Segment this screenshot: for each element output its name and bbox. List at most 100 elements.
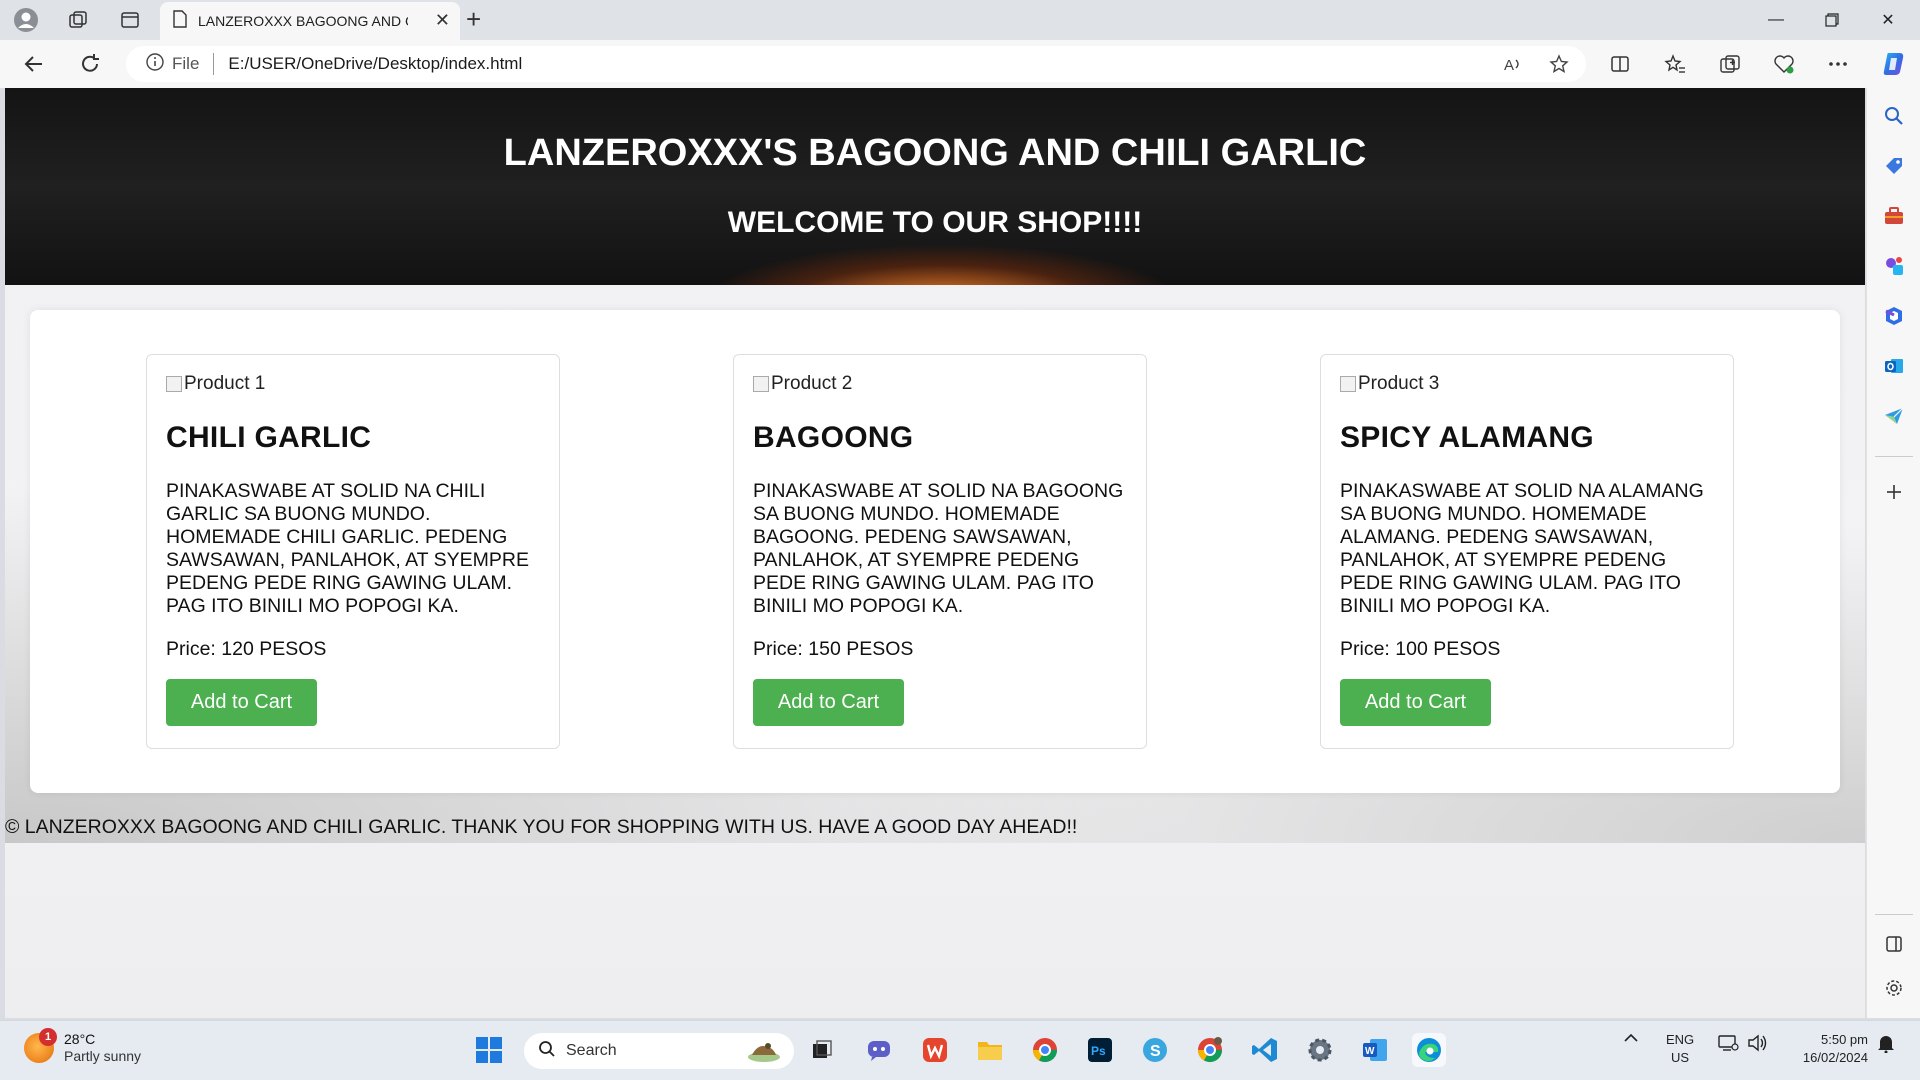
games-icon[interactable] <box>1880 252 1908 280</box>
favorite-star-icon[interactable] <box>1544 50 1574 78</box>
drop-send-icon[interactable] <box>1880 402 1908 430</box>
browser-essentials-icon[interactable] <box>1766 48 1802 80</box>
microsoft-365-icon[interactable] <box>1880 302 1908 330</box>
close-tab-icon[interactable]: ✕ <box>435 10 450 31</box>
product-image-broken: Product 2 <box>753 373 1127 395</box>
tab-bar: LANZEROXXX BAGOONG AND CHILI GARLIC ✕ + … <box>0 0 1920 40</box>
tab-active[interactable]: LANZEROXXX BAGOONG AND CHILI GARLIC ✕ <box>160 2 460 40</box>
product-card: Product 2 BAGOONG PINAKASWABE AT SOLID N… <box>733 354 1147 749</box>
settings-icon[interactable] <box>1303 1033 1337 1067</box>
tab-actions-icon[interactable] <box>114 6 146 34</box>
split-screen-icon[interactable] <box>1602 48 1638 80</box>
product-card: Product 3 SPICY ALAMANG PINAKASWABE AT S… <box>1320 354 1734 749</box>
weather-text: 28°C Partly sunny <box>64 1031 141 1065</box>
clock-date: 16/02/2024 <box>1802 1050 1868 1065</box>
taskbar-search-icon <box>538 1040 556 1063</box>
tray-overflow-icon[interactable] <box>1616 1033 1646 1043</box>
browser-toolbar: File E:/USER/OneDrive/Desktop/index.html… <box>0 40 1920 88</box>
notification-bell-icon[interactable] <box>1874 1033 1898 1053</box>
product-description: PINAKASWABE AT SOLID NA CHILI GARLIC SA … <box>166 480 529 617</box>
refresh-icon[interactable] <box>72 48 108 80</box>
edge-sidebar <box>1866 88 1920 1018</box>
product-name: CHILI GARLIC <box>166 421 372 454</box>
page-viewport: LANZEROXXX'S BAGOONG AND CHILI GARLIC WE… <box>5 88 1865 1018</box>
product-price: Price: 120 PESOS <box>166 638 327 660</box>
product-name: SPICY ALAMANG <box>1340 421 1594 454</box>
task-view-icon[interactable] <box>805 1033 839 1067</box>
language-indicator[interactable]: ENG US <box>1666 1031 1694 1067</box>
clock-time: 5:50 pm <box>1821 1032 1868 1047</box>
product-price: Price: 150 PESOS <box>753 638 914 660</box>
product-description: PINAKASWABE AT SOLID NA ALAMANG SA BUONG… <box>1340 480 1704 617</box>
language-code: ENG <box>1666 1032 1695 1047</box>
photoshop-icon[interactable]: Ps <box>1083 1033 1117 1067</box>
chat-icon[interactable] <box>862 1033 896 1067</box>
address-url[interactable]: E:/USER/OneDrive/Desktop/index.html <box>228 54 522 74</box>
broken-image-icon <box>166 376 182 392</box>
svg-text:W: W <box>1365 1046 1375 1057</box>
address-separator <box>213 53 215 75</box>
read-aloud-icon[interactable]: A <box>1498 50 1528 78</box>
chrome-icon[interactable] <box>1028 1033 1062 1067</box>
volume-icon[interactable] <box>1744 1033 1772 1053</box>
address-bar[interactable]: File E:/USER/OneDrive/Desktop/index.html… <box>126 46 1586 82</box>
windows-taskbar: 1 28°C Partly sunny Search Ps S W ENG US… <box>0 1020 1920 1080</box>
settings-gear-icon[interactable] <box>1880 974 1908 1002</box>
weather-temperature: 28°C <box>64 1031 96 1047</box>
product-price: Price: 100 PESOS <box>1340 638 1501 660</box>
taskbar-search-label: Search <box>566 1042 617 1059</box>
skype-icon[interactable]: S <box>1138 1033 1172 1067</box>
add-to-cart-button[interactable]: Add to Cart <box>166 679 317 726</box>
page-icon <box>172 9 188 33</box>
info-icon[interactable] <box>146 52 164 76</box>
favorites-icon[interactable] <box>1657 48 1693 80</box>
add-icon[interactable] <box>1880 478 1908 506</box>
weather-widget[interactable]: 1 28°C Partly sunny <box>24 1028 141 1065</box>
weather-description: Partly sunny <box>64 1048 142 1064</box>
search-icon[interactable] <box>1880 102 1908 130</box>
workspaces-icon[interactable] <box>62 6 94 34</box>
hero-title: LANZEROXXX'S BAGOONG AND CHILI GARLIC <box>503 132 1367 174</box>
product-card: Product 1 CHILI GARLIC PINAKASWABE AT SO… <box>146 354 560 749</box>
svg-text:A: A <box>1504 57 1514 73</box>
network-icon[interactable] <box>1714 1033 1742 1053</box>
more-options-icon[interactable] <box>1820 48 1856 80</box>
product-image-broken: Product 3 <box>1340 373 1714 395</box>
minimize-icon[interactable]: — <box>1748 0 1804 40</box>
sidebar-divider <box>1875 456 1913 457</box>
svg-text:Ps: Ps <box>1091 1044 1106 1058</box>
footer-text: © LANZEROXXX BAGOONG AND CHILI GARLIC. T… <box>5 816 1078 838</box>
outlook-icon[interactable] <box>1880 352 1908 380</box>
wps-office-icon[interactable] <box>918 1033 952 1067</box>
system-clock[interactable]: 5:50 pm 16/02/2024 <box>1784 1031 1868 1067</box>
add-to-cart-button[interactable]: Add to Cart <box>753 679 904 726</box>
tab-title: LANZEROXXX BAGOONG AND CHILI GARLIC <box>198 13 408 29</box>
shopping-tag-icon[interactable] <box>1880 152 1908 180</box>
taskbar-search[interactable]: Search <box>524 1033 794 1069</box>
restore-icon[interactable] <box>1804 0 1860 40</box>
back-icon[interactable] <box>16 48 52 80</box>
windows-start-icon[interactable] <box>472 1033 506 1067</box>
product-image-alt: Product 2 <box>771 373 853 394</box>
edge-icon[interactable] <box>1412 1033 1446 1067</box>
profile-icon[interactable] <box>10 6 42 34</box>
hero-subtitle: WELCOME TO OUR SHOP!!!! <box>727 206 1143 239</box>
product-name: BAGOONG <box>753 421 914 454</box>
new-tab-icon[interactable]: + <box>466 6 481 32</box>
vscode-icon[interactable] <box>1248 1033 1282 1067</box>
file-explorer-icon[interactable] <box>973 1033 1007 1067</box>
close-window-icon[interactable]: ✕ <box>1860 0 1916 40</box>
product-image-alt: Product 3 <box>1358 373 1440 394</box>
collections-icon[interactable] <box>1712 48 1748 80</box>
add-to-cart-button[interactable]: Add to Cart <box>1340 679 1491 726</box>
copilot-icon[interactable] <box>1876 48 1912 80</box>
product-image-alt: Product 1 <box>184 373 266 394</box>
sidebar-divider <box>1875 914 1913 915</box>
hero-banner: LANZEROXXX'S BAGOONG AND CHILI GARLIC WE… <box>5 88 1865 285</box>
product-image-broken: Product 1 <box>166 373 540 395</box>
broken-image-icon <box>1340 376 1356 392</box>
word-icon[interactable]: W <box>1358 1033 1392 1067</box>
chrome-profile-icon[interactable] <box>1193 1033 1227 1067</box>
tools-icon[interactable] <box>1880 202 1908 230</box>
hide-sidebar-icon[interactable] <box>1880 930 1908 958</box>
